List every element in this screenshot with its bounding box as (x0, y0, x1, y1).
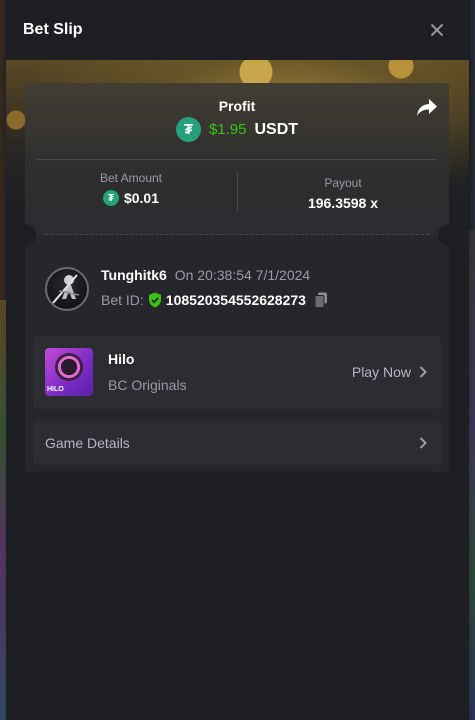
share-icon[interactable] (415, 97, 439, 119)
game-thumbnail[interactable]: HILO (45, 348, 93, 396)
bet-id-value: 108520354552628273 (165, 292, 306, 308)
bet-summary: Profit ₮ $1.95 USDT Bet Amount ₮ $0.01 P… (25, 83, 449, 235)
chevron-right-icon (419, 436, 427, 449)
chevron-right-icon (419, 366, 427, 378)
profit-currency: USDT (254, 120, 299, 138)
profit-value: $1.95 (208, 121, 247, 138)
modal-title: Bet Slip (23, 21, 83, 38)
bet-amount-value: $0.01 (123, 190, 160, 206)
ticket-tear-line (45, 234, 429, 235)
bet-slip-modal: Bet Slip Profit ₮ $1.95 USDT Bet Amount … (6, 0, 469, 720)
summary-divider (37, 159, 437, 160)
play-now-label: Play Now (351, 364, 411, 380)
game-card[interactable]: HILO Hilo BC Originals Play Now (33, 336, 441, 409)
game-thumbnail-text: HILO (47, 386, 64, 393)
close-icon[interactable] (427, 20, 447, 40)
game-details-button[interactable]: Game Details (33, 420, 441, 465)
payout: Payout 196.3598 x (237, 171, 449, 211)
ticket-notch-right (438, 224, 460, 246)
bet-amount-label: Bet Amount (99, 171, 163, 185)
hilo-logo-icon (55, 353, 83, 381)
bet-id-line: Bet ID: 108520354552628273 (101, 292, 328, 308)
play-now-button[interactable]: Play Now (352, 364, 427, 380)
payout-value: 196.3598 x (307, 195, 379, 211)
game-provider: BC Originals (108, 377, 187, 393)
payout-label: Payout (324, 176, 362, 190)
user-line: Tunghitk6 On 20:38:54 7/1/2024 (101, 267, 310, 283)
profit-row: ₮ $1.95 USDT (25, 117, 449, 142)
profit-label: Profit (218, 98, 256, 114)
game-details-label: Game Details (45, 434, 130, 451)
modal-header: Bet Slip (6, 0, 469, 60)
bet-id-label: Bet ID: (101, 292, 144, 308)
verified-shield-icon (148, 292, 161, 308)
tether-icon: ₮ (102, 190, 119, 206)
game-name: Hilo (108, 351, 135, 367)
avatar[interactable] (45, 267, 89, 311)
tether-icon: ₮ (175, 117, 201, 142)
bet-time: On 20:38:54 7/1/2024 (174, 267, 311, 283)
bet-card: Profit ₮ $1.95 USDT Bet Amount ₮ $0.01 P… (14, 83, 460, 472)
bet-amount: Bet Amount ₮ $0.01 (25, 171, 237, 206)
copy-icon[interactable] (314, 292, 328, 308)
bet-user-info: Tunghitk6 On 20:38:54 7/1/2024 Bet ID: 1… (45, 267, 435, 313)
ticket-notch-left (14, 224, 36, 246)
avatar-figure-icon (52, 274, 80, 304)
background-page-edge-right (469, 230, 475, 720)
username[interactable]: Tunghitk6 (101, 267, 167, 283)
bet-amount-row: ₮ $0.01 (25, 190, 237, 206)
